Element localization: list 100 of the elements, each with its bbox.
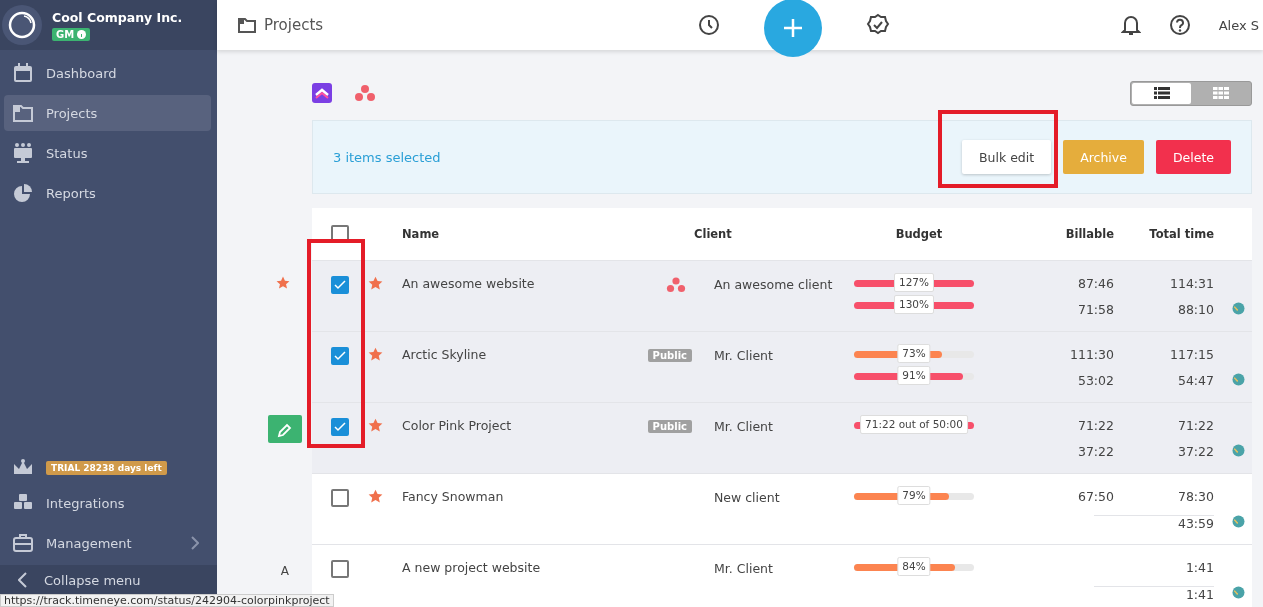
- billable-time: 53:02: [1077, 373, 1114, 390]
- globe-icon: [1232, 515, 1245, 528]
- bulk-action-button[interactable]: Delete: [1155, 140, 1231, 174]
- selected-table-row[interactable]: An awesome website An awesome client 127% 130% 87:46 71:58 114:31 88:10: [312, 261, 1252, 332]
- nav-item[interactable]: Projects: [4, 95, 211, 131]
- check-icon: [334, 351, 346, 361]
- project-name[interactable]: A new project website: [402, 560, 541, 575]
- nav-item[interactable]: Management: [4, 525, 211, 561]
- project-name[interactable]: An awesome website: [402, 276, 535, 291]
- total-time: 43:59: [1094, 515, 1214, 542]
- star-icon[interactable]: [368, 347, 383, 362]
- trial-badge: TRIAL 28238 days left: [46, 461, 167, 475]
- nav-item[interactable]: Dashboard: [4, 55, 211, 91]
- page-title: Projects: [264, 16, 324, 34]
- check-icon: [334, 422, 346, 432]
- grid-icon: [1212, 87, 1229, 99]
- table-row[interactable]: Fancy Snowman New client 79% 67:50 78:30 43:59: [312, 474, 1252, 545]
- client-name: Mr. Client: [713, 347, 774, 365]
- public-tag: Public: [647, 420, 692, 433]
- list-icon: [1153, 87, 1170, 99]
- three-dots-logo-icon[interactable]: [354, 84, 376, 102]
- list-view-button[interactable]: [1132, 82, 1191, 104]
- star-icon[interactable]: [368, 489, 383, 504]
- globe-icon: [1232, 586, 1245, 599]
- column-header[interactable]: Name: [402, 227, 694, 241]
- folder-icon: [238, 17, 256, 33]
- total-time: 114:31: [1170, 276, 1214, 293]
- plus-icon: [782, 17, 804, 39]
- selection-count: 3 items selected: [333, 149, 441, 165]
- info-icon: [77, 29, 87, 39]
- billable-time: 87:46: [1077, 276, 1114, 293]
- nav-item[interactable]: Reports: [4, 175, 211, 211]
- billable-time: 111:30: [1070, 347, 1114, 364]
- project-name[interactable]: Color Pink Project: [402, 418, 512, 433]
- monitor-icon: [12, 143, 34, 163]
- add-button[interactable]: [764, 0, 822, 57]
- briefcase-icon: [12, 533, 34, 553]
- total-time: 37:22: [1177, 444, 1214, 461]
- total-time: 78:30: [1177, 489, 1214, 506]
- row-checkbox[interactable]: [331, 418, 349, 436]
- row-checkbox[interactable]: [331, 276, 349, 294]
- chevron-icon: [18, 572, 28, 588]
- total-time: 54:47: [1177, 373, 1214, 390]
- logo-icon: [2, 5, 42, 45]
- billable-time: 71:58: [1077, 302, 1114, 319]
- bulk-action-button[interactable]: Bulk edit: [961, 140, 1052, 174]
- billable-time: 71:22: [1077, 418, 1114, 435]
- app-logo-icon[interactable]: [312, 83, 332, 103]
- pie-chart-icon: [12, 183, 34, 203]
- calendar-icon: [12, 63, 34, 83]
- check-badge-icon[interactable]: [866, 13, 890, 37]
- row-checkbox[interactable]: [331, 489, 349, 507]
- clock-icon[interactable]: [698, 14, 720, 36]
- nav-item[interactable]: Integrations: [4, 485, 211, 521]
- budget-label: 91%: [897, 366, 931, 385]
- client-name: An awesome client: [713, 276, 834, 294]
- row-checkbox[interactable]: [331, 347, 349, 365]
- edit-button[interactable]: [268, 415, 302, 443]
- project-name[interactable]: Fancy Snowman: [402, 489, 504, 504]
- help-icon[interactable]: [1168, 14, 1191, 36]
- company-name: Cool Company Inc.: [52, 9, 183, 25]
- column-header[interactable]: Billable: [1004, 227, 1124, 241]
- budget-label: 71:22 out of 50:00: [860, 415, 968, 434]
- pencil-icon: [276, 423, 292, 439]
- client-name: Mr. Client: [713, 418, 774, 436]
- user-name[interactable]: Alex S: [1218, 17, 1259, 33]
- star-icon[interactable]: [368, 276, 383, 291]
- budget-label: 127%: [894, 273, 934, 292]
- collapse-menu-link[interactable]: Collapse menu: [0, 565, 217, 595]
- budget-label: 79%: [897, 486, 931, 505]
- bell-icon[interactable]: [1120, 14, 1141, 36]
- total-time: 1:41: [1185, 560, 1214, 577]
- folder-icon: [12, 103, 34, 123]
- total-time: 88:10: [1177, 302, 1214, 319]
- selected-table-row[interactable]: Arctic Skyline Public Mr. Client 73% 91% 111:30 53:02 117:15 54:47: [312, 332, 1252, 403]
- client-name: Mr. Client: [713, 560, 774, 578]
- check-icon: [334, 280, 346, 290]
- nav-item[interactable]: Status: [4, 135, 211, 171]
- total-time: 117:15: [1170, 347, 1214, 364]
- crown-icon: [12, 459, 34, 477]
- plan-badge: GM: [52, 27, 91, 41]
- globe-icon: [1232, 302, 1245, 315]
- column-header[interactable]: Budget: [844, 227, 1004, 241]
- row-letter: A: [280, 564, 289, 578]
- star-icon[interactable]: [368, 418, 383, 433]
- total-time: 71:22: [1177, 418, 1214, 435]
- budget-label: 84%: [897, 557, 931, 576]
- globe-icon: [1232, 373, 1245, 386]
- public-tag: Public: [647, 349, 692, 362]
- client-name: New client: [713, 489, 781, 507]
- three-dots-logo-icon: [666, 277, 686, 293]
- project-name[interactable]: Arctic Skyline: [402, 347, 487, 362]
- budget-label: 73%: [897, 344, 931, 363]
- globe-icon: [1232, 444, 1245, 457]
- billable-time: 37:22: [1077, 444, 1114, 461]
- column-header[interactable]: Client: [694, 227, 844, 241]
- row-checkbox[interactable]: [331, 560, 349, 578]
- column-header[interactable]: Total time: [1124, 227, 1224, 241]
- total-time: 1:41: [1094, 586, 1214, 607]
- selected-table-row[interactable]: Color Pink Project Public Mr. Client 71:22 out of 50:00 71:22 37:22 71:22 37:22: [312, 403, 1252, 474]
